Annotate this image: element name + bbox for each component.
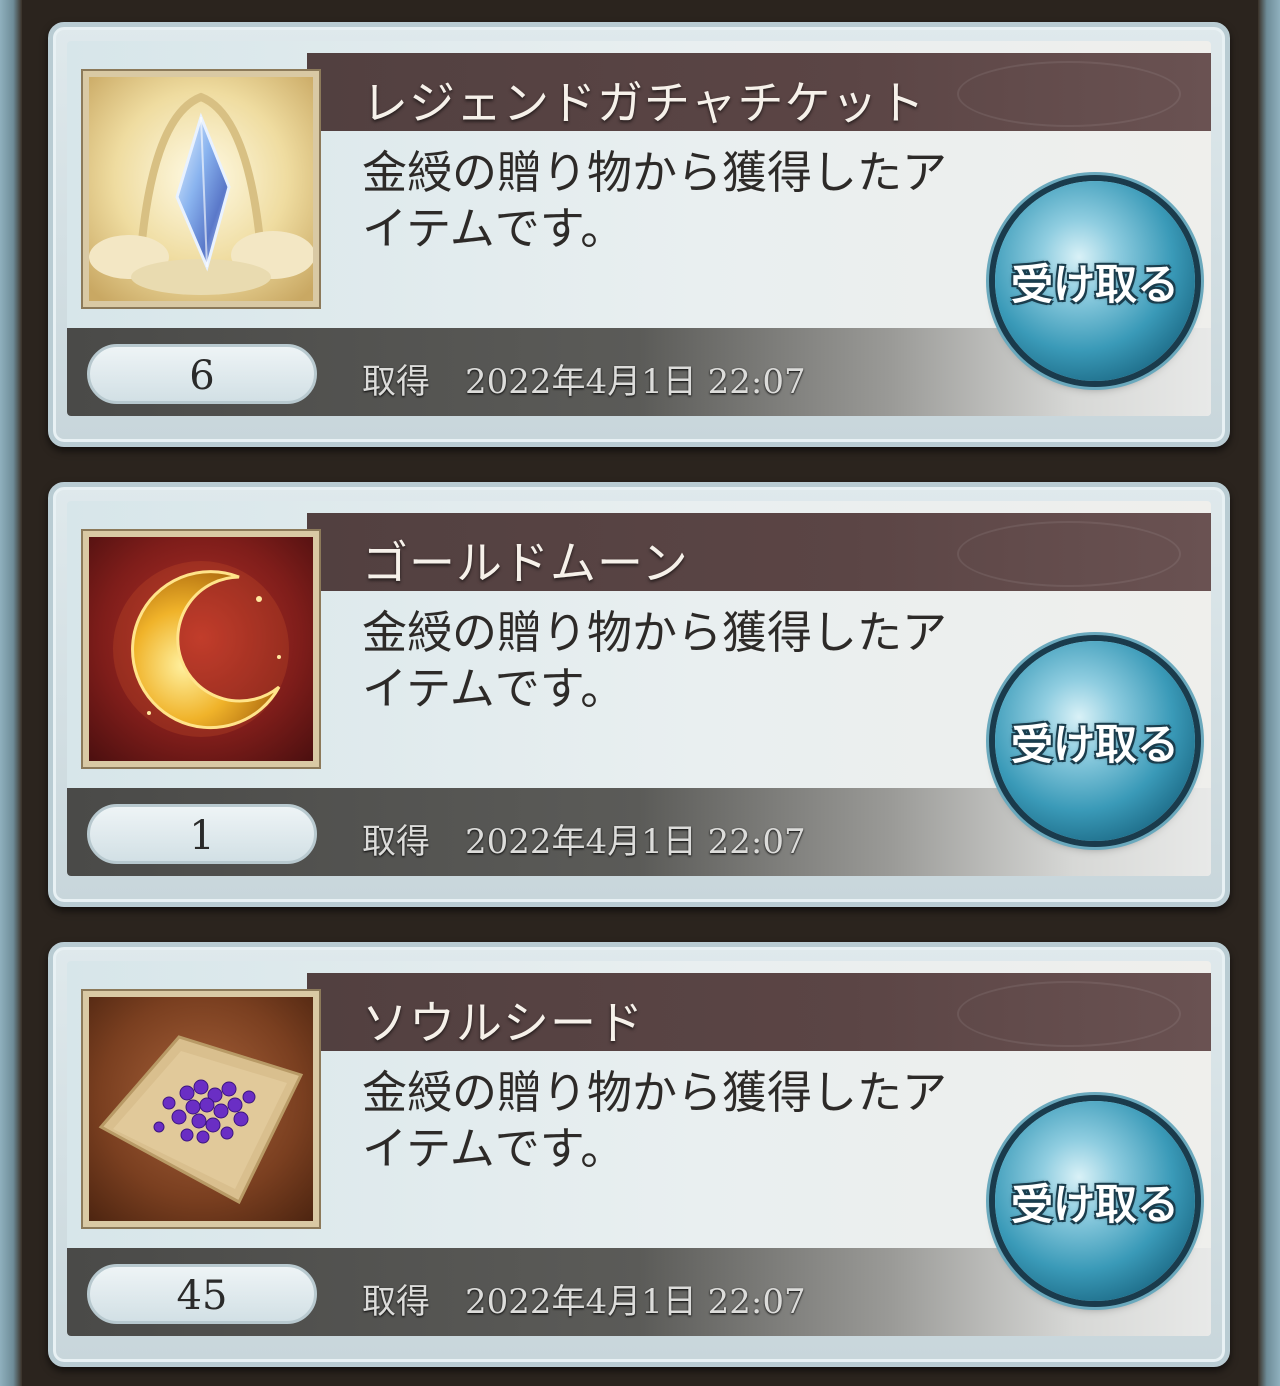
acquired-date: 2022年4月1日 22:07	[465, 362, 806, 402]
card-body: レジェンドガチャチケット 金綬の贈り物から獲得したアイテムです。 6 取得 20…	[67, 41, 1211, 416]
receive-button-label: 受け取る	[1010, 719, 1179, 769]
acquired-label: 取得	[362, 362, 430, 402]
item-count: 1	[87, 804, 317, 864]
acquired-date: 2022年4月1日 22:07	[465, 822, 806, 862]
receive-button[interactable]: 受け取る	[995, 641, 1195, 841]
acquired-date: 2022年4月1日 22:07	[465, 1282, 806, 1322]
item-name: レジェンドガチャチケット	[362, 76, 926, 130]
item-name: ゴールドムーン	[362, 536, 689, 590]
receive-button-label: 受け取る	[1010, 1179, 1179, 1229]
receive-button[interactable]: 受け取る	[995, 1101, 1195, 1301]
acquired-label: 取得	[362, 822, 430, 862]
soul-seed-icon	[83, 991, 319, 1227]
item-name: ソウルシード	[362, 996, 644, 1050]
item-description: 金綬の贈り物から獲得したアイテムです。	[362, 606, 948, 715]
acquired-label: 取得	[362, 1282, 430, 1322]
legend-gacha-ticket-icon	[83, 71, 319, 307]
item-count: 45	[87, 1264, 317, 1324]
gift-item-card: レジェンドガチャチケット 金綬の贈り物から獲得したアイテムです。 6 取得 20…	[48, 22, 1230, 447]
gift-item-card: ゴールドムーン 金綬の贈り物から獲得したアイテムです。 1 取得 2022年4月…	[48, 482, 1230, 907]
item-description: 金綬の贈り物から獲得したアイテムです。	[362, 1066, 948, 1175]
gift-list: レジェンドガチャチケット 金綬の贈り物から獲得したアイテムです。 6 取得 20…	[0, 0, 1280, 1386]
card-body: ゴールドムーン 金綬の贈り物から獲得したアイテムです。 1 取得 2022年4月…	[67, 501, 1211, 876]
item-description: 金綬の贈り物から獲得したアイテムです。	[362, 146, 948, 255]
card-body: ソウルシード 金綬の贈り物から獲得したアイテムです。 45 取得 2022年4月…	[67, 961, 1211, 1336]
gold-moon-icon	[83, 531, 319, 767]
receive-button-label: 受け取る	[1010, 259, 1179, 309]
gift-item-card: ソウルシード 金綬の贈り物から獲得したアイテムです。 45 取得 2022年4月…	[48, 942, 1230, 1367]
item-count: 6	[87, 344, 317, 404]
receive-button[interactable]: 受け取る	[995, 181, 1195, 381]
